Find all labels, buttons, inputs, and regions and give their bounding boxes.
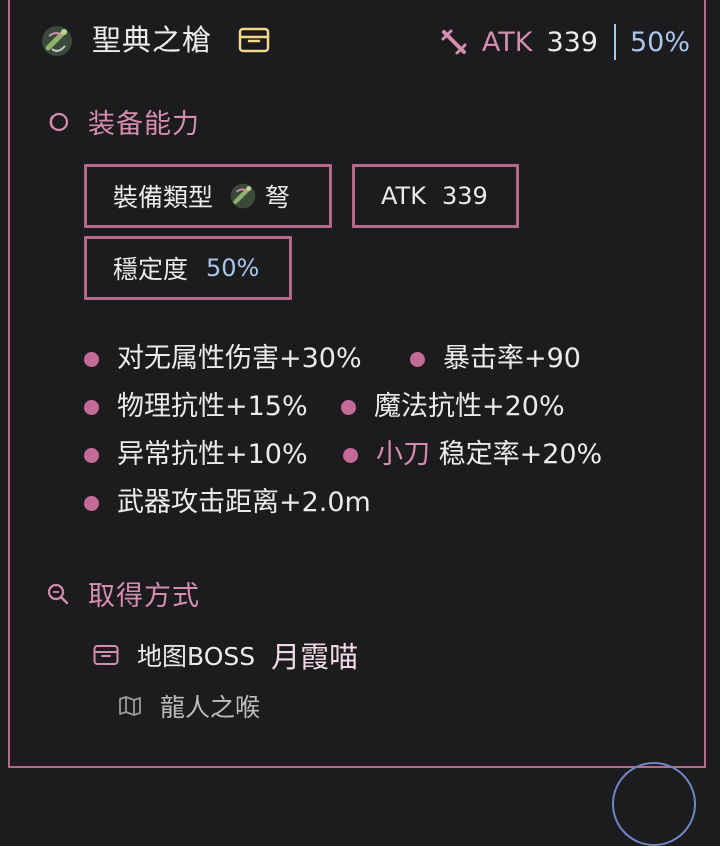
atk-tag: ATK 339	[352, 164, 519, 228]
bonus-text: 物理抗性+15%	[117, 391, 308, 422]
atk-value: 339	[546, 26, 598, 58]
item-box-icon[interactable]	[238, 26, 270, 54]
acquire-location[interactable]: 龍人之喉	[118, 688, 260, 724]
bonus-text: 稳定率+20%	[430, 439, 603, 470]
search-icon	[47, 583, 69, 604]
acquire-section-title: 取得方式	[46, 574, 200, 613]
bonus-item: 暴击率+90	[410, 336, 581, 375]
equip-type-value: 弩	[265, 183, 291, 212]
bullet-dot	[84, 352, 99, 367]
stability-value: 50%	[629, 26, 690, 58]
location-name: 龍人之喉	[160, 693, 261, 722]
source-name[interactable]: 月霞喵	[271, 634, 358, 676]
scroll-top-button[interactable]	[612, 762, 696, 846]
bonus-item: 对无属性伤害+30%	[84, 336, 362, 375]
section-title-text: 取得方式	[88, 581, 200, 612]
equip-type-label: 裝備類型	[113, 183, 214, 212]
bullet-dot	[84, 400, 99, 415]
atk-tag-value: 339	[441, 182, 488, 210]
stability-tag: 穩定度 50%	[84, 236, 292, 300]
bonus-text: 魔法抗性+20%	[374, 391, 565, 422]
atk-tag-label: ATK	[381, 182, 426, 210]
bonus-item: 物理抗性+15%	[84, 384, 308, 423]
item-name: 聖典之槍	[92, 23, 213, 57]
stability-tag-value: 50%	[206, 254, 260, 282]
equip-type-tag: 裝備類型 弩	[84, 164, 332, 228]
bullet-dot	[341, 400, 356, 415]
bonus-text: 对无属性伤害+30%	[117, 343, 362, 374]
acquire-source[interactable]: 地图BOSS 月霞喵	[93, 634, 358, 676]
bullet-dot	[84, 448, 99, 463]
sword-icon	[441, 29, 467, 55]
bonus-text: 异常抗性+10%	[117, 439, 308, 470]
stability-tag-label: 穩定度	[113, 255, 189, 284]
divider	[613, 24, 616, 60]
bullet-dot	[343, 448, 358, 463]
bonus-item: 魔法抗性+20%	[341, 384, 565, 423]
ability-section-title: 装备能力	[46, 102, 200, 141]
atk-label: ATK	[481, 26, 533, 58]
section-title-text: 装备能力	[88, 109, 200, 140]
crossbow-icon	[230, 183, 256, 209]
bonus-text: 武器攻击距离+2.0m	[117, 487, 371, 518]
bonus-item: 异常抗性+10%	[84, 432, 308, 471]
map-icon	[119, 696, 141, 716]
crossbow-icon	[42, 26, 72, 56]
bonus-item: 武器攻击距离+2.0m	[84, 480, 371, 519]
source-type: 地图BOSS	[137, 642, 256, 671]
bonus-text: 暴击率+90	[443, 343, 581, 374]
ring-icon	[49, 112, 69, 131]
bonus-weapon-prefix[interactable]: 小刀	[376, 432, 430, 471]
bullet-dot	[84, 496, 99, 511]
item-header: 聖典之槍 ATK 339 50%	[40, 20, 690, 64]
item-box-icon	[93, 645, 119, 665]
bullet-dot	[410, 352, 425, 367]
header-stats: ATK 339 50%	[438, 20, 690, 64]
bonus-item: 小刀 稳定率+20%	[343, 432, 602, 471]
